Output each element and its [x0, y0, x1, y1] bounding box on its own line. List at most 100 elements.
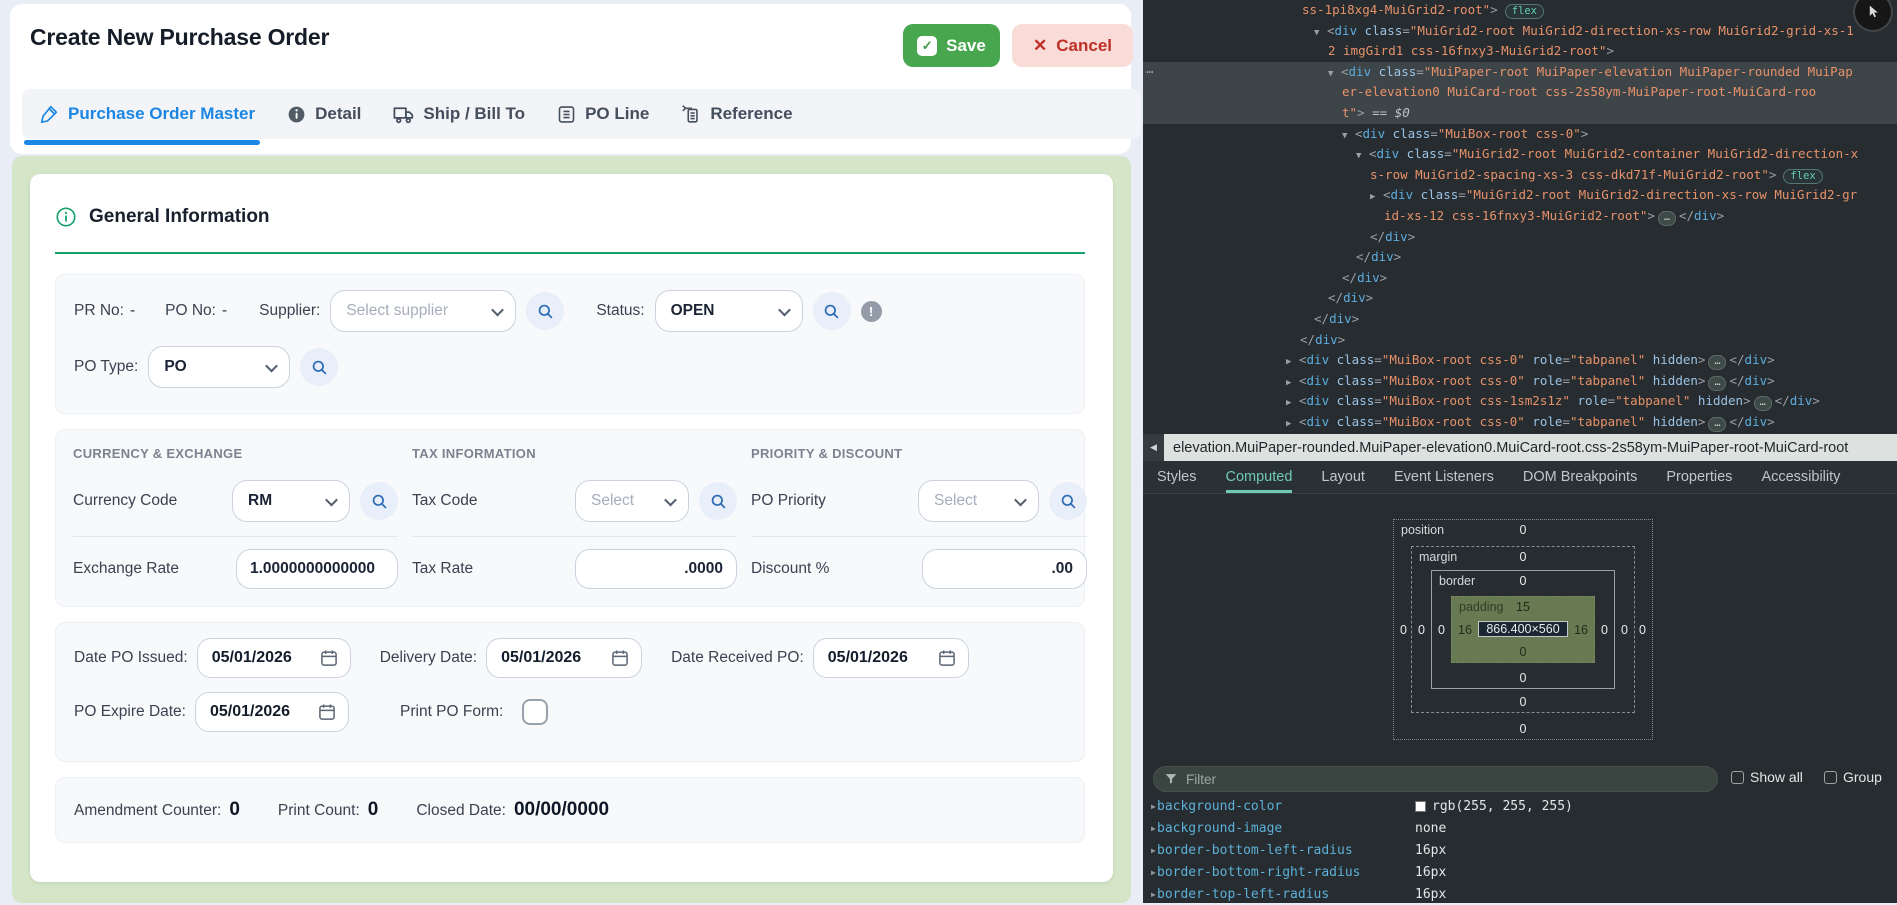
currency-exchange-group: CURRENCY & EXCHANGE Currency Code RM: [73, 446, 412, 589]
info-circle-icon: [55, 206, 77, 228]
tab-reference[interactable]: Reference: [680, 103, 792, 125]
tax-search-button[interactable]: [699, 482, 737, 520]
supplier-select[interactable]: Select supplier: [330, 290, 516, 332]
code-line[interactable]: ▼<div class="MuiBox-root css-0">: [1143, 124, 1897, 145]
discount-input[interactable]: .00: [922, 549, 1087, 589]
devtools-tab-accessibility[interactable]: Accessibility: [1761, 461, 1840, 493]
po-expire-date-label: PO Expire Date:: [74, 703, 186, 721]
tree-arrow-icon[interactable]: ▼: [1328, 64, 1341, 85]
devtools-tab-properties[interactable]: Properties: [1666, 461, 1732, 493]
group-checkbox[interactable]: Group: [1824, 769, 1882, 785]
code-line[interactable]: ▶<div class="MuiBox-root css-0" role="ta…: [1143, 412, 1897, 433]
more-actions-icon[interactable]: ⋯: [1146, 62, 1155, 83]
code-line[interactable]: </div>: [1143, 227, 1897, 248]
exchange-rate-input[interactable]: 1.0000000000000: [236, 549, 398, 589]
status-search-button[interactable]: [813, 292, 851, 330]
property-value: 16px: [1415, 865, 1446, 880]
general-information-card: General Information PR No: - PO No: - Su…: [30, 174, 1113, 882]
devtools-tab-computed[interactable]: Computed: [1226, 461, 1293, 493]
pr-no-value: -: [130, 302, 135, 320]
expand-arrow-icon[interactable]: ▶: [1143, 890, 1157, 899]
code-line[interactable]: ss-1pi8xg4-MuiGrid2-root">flex: [1143, 0, 1897, 21]
tree-arrow-icon[interactable]: ▼: [1356, 146, 1369, 167]
delivery-date-input[interactable]: 05/01/2026: [486, 638, 642, 678]
code-line[interactable]: t"> == $0: [1143, 103, 1897, 124]
tree-arrow-icon[interactable]: ▶: [1286, 414, 1299, 434]
tax-code-label: Tax Code: [412, 492, 477, 510]
code-line[interactable]: ▼<div class="MuiGrid2-root MuiGrid2-cont…: [1143, 144, 1897, 165]
tree-arrow-icon[interactable]: ▼: [1314, 23, 1327, 44]
code-line[interactable]: ▶<div class="MuiBox-root css-1sm2s1z" ro…: [1143, 391, 1897, 412]
breadcrumb: elevation.MuiPaper-rounded.MuiPaper-elev…: [1164, 440, 1848, 456]
po-type-search-button[interactable]: [300, 348, 338, 386]
computed-properties-list: ▶background-colorrgb(255, 255, 255)▶back…: [1143, 795, 1897, 905]
devtools-tab-event-listeners[interactable]: Event Listeners: [1394, 461, 1494, 493]
code-line[interactable]: ▶<div class="MuiGrid2-root MuiGrid2-dire…: [1143, 185, 1897, 206]
code-line[interactable]: ▶<div class="MuiBox-root css-0" role="ta…: [1143, 350, 1897, 371]
po-priority-select[interactable]: Select: [918, 480, 1039, 522]
devtools-tab-layout[interactable]: Layout: [1321, 461, 1365, 493]
tree-arrow-icon[interactable]: ▶: [1370, 187, 1383, 208]
expand-arrow-icon[interactable]: ▶: [1143, 802, 1157, 811]
computed-property-row[interactable]: ▶background-imagenone: [1143, 817, 1897, 839]
code-line[interactable]: er-elevation0 MuiCard-root css-2s58ym-Mu…: [1143, 82, 1897, 103]
code-line[interactable]: 2 imgGird1 css-16fnxy3-MuiGrid2-root">: [1143, 41, 1897, 62]
devtools-tab-styles[interactable]: Styles: [1157, 461, 1197, 493]
cancel-button[interactable]: ✕ Cancel: [1012, 24, 1133, 67]
tree-arrow-icon[interactable]: ▶: [1286, 393, 1299, 414]
devtools-tab-dom-breakpoints[interactable]: DOM Breakpoints: [1523, 461, 1637, 493]
expand-arrow-icon[interactable]: ▶: [1143, 868, 1157, 877]
tree-arrow-icon[interactable]: ▼: [1342, 126, 1355, 147]
tree-arrow-icon[interactable]: ▶: [1286, 373, 1299, 394]
expand-arrow-icon[interactable]: ▶: [1143, 824, 1157, 833]
tab-po-line[interactable]: PO Line: [556, 104, 649, 125]
devtools-elements-tree[interactable]: ss-1pi8xg4-MuiGrid2-root">flex▼<div clas…: [1143, 0, 1897, 434]
tax-rate-input[interactable]: .0000: [575, 549, 737, 589]
computed-property-row[interactable]: ▶border-bottom-right-radius16px: [1143, 861, 1897, 883]
save-check-icon: ✓: [917, 36, 937, 56]
computed-property-row[interactable]: ▶border-top-left-radius16px: [1143, 883, 1897, 905]
info-icon: [286, 104, 307, 125]
status-select[interactable]: OPEN: [655, 290, 803, 332]
code-line[interactable]: </div>: [1143, 330, 1897, 351]
filter-input[interactable]: [1153, 766, 1718, 792]
code-line[interactable]: </div>: [1143, 268, 1897, 289]
code-line[interactable]: </div>: [1143, 309, 1897, 330]
po-expire-date-input[interactable]: 05/01/2026: [195, 692, 349, 732]
tab-detail[interactable]: Detail: [286, 104, 361, 125]
date-received-po-input[interactable]: 05/01/2026: [813, 638, 969, 678]
supplier-search-button[interactable]: [526, 292, 564, 330]
code-line[interactable]: ⋯▼<div class="MuiPaper-root MuiPaper-ele…: [1143, 62, 1897, 83]
currency-code-select[interactable]: RM: [232, 480, 350, 522]
currency-search-button[interactable]: [360, 482, 398, 520]
search-icon: [1059, 492, 1078, 511]
show-all-checkbox[interactable]: Show all: [1731, 769, 1803, 785]
computed-property-row[interactable]: ▶border-bottom-left-radius16px: [1143, 839, 1897, 861]
chevron-down-icon: [1014, 493, 1027, 506]
expand-arrow-icon[interactable]: ▶: [1143, 846, 1157, 855]
tab-purchase-order-master[interactable]: Purchase Order Master: [38, 103, 255, 125]
code-line[interactable]: ▼<div class="MuiGrid2-root MuiGrid2-dire…: [1143, 21, 1897, 42]
save-button[interactable]: ✓ Save: [903, 24, 1000, 67]
computed-property-row[interactable]: ▶background-colorrgb(255, 255, 255): [1143, 795, 1897, 817]
po-type-select[interactable]: PO: [148, 346, 290, 388]
priority-search-button[interactable]: [1049, 482, 1087, 520]
code-line[interactable]: s-row MuiGrid2-spacing-xs-3 css-dkd71f-M…: [1143, 165, 1897, 186]
code-line[interactable]: </div>: [1143, 288, 1897, 309]
property-name: border-top-left-radius: [1157, 887, 1329, 902]
devtools-sidebar-tabs: Styles Computed Layout Event Listeners DOM B…: [1143, 461, 1897, 494]
tax-code-select[interactable]: Select: [575, 480, 689, 522]
code-line[interactable]: id-xs-12 css-16fnxy3-MuiGrid2-root">…</d…: [1143, 206, 1897, 227]
chevron-down-icon: [325, 493, 338, 506]
tree-arrow-icon[interactable]: ▶: [1286, 352, 1299, 373]
breadcrumb-back-button[interactable]: ◀: [1143, 434, 1164, 461]
tab-ship-bill-to[interactable]: Ship / Bill To: [392, 103, 525, 126]
code-line[interactable]: </div>: [1143, 247, 1897, 268]
date-po-issued-input[interactable]: 05/01/2026: [197, 638, 351, 678]
app-header: Create New Purchase Order ✓ Save ✕ Cance…: [10, 4, 1131, 154]
property-name: background-image: [1157, 821, 1282, 836]
chevron-down-icon: [491, 303, 504, 316]
chevron-down-icon: [778, 303, 791, 316]
code-line[interactable]: ▶<div class="MuiBox-root css-0" role="ta…: [1143, 371, 1897, 392]
print-po-form-checkbox[interactable]: [522, 699, 548, 725]
